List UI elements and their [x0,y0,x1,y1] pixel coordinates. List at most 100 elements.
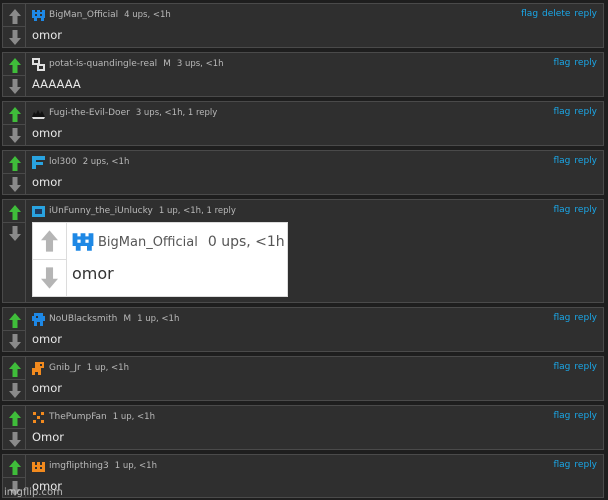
comment-actions: flag reply [550,205,598,215]
vote-column [3,357,26,400]
flag-link[interactable]: flag [554,460,571,470]
embedded-up-arrow-icon [41,229,58,253]
comment-actions: flag delete reply [517,9,597,19]
comment-username[interactable]: iUnFunny_the_iUnlucky [49,206,153,216]
down-arrow-icon [8,176,21,192]
orange-pixel-creature-icon[interactable] [31,361,46,376]
vote-column [3,200,26,302]
comment-text: omor [32,381,63,395]
blue-pixel-figure-icon[interactable] [31,312,46,327]
downvote-button[interactable] [6,331,23,351]
comment-actions: flag reply [550,313,598,323]
comment-username[interactable]: imgflipthing3 [49,461,109,471]
reply-link[interactable]: reply [574,460,597,470]
comment-username[interactable]: potat-is-quandingle-real [49,59,157,69]
downvote-button[interactable] [6,125,23,145]
flag-link[interactable]: flag [521,9,538,19]
comment: Gnib_Jr 1 up, <1h flag reply omor [2,356,604,401]
flag-link[interactable]: flag [554,362,571,372]
mod-badge: M [163,59,171,69]
downvote-button[interactable] [6,27,23,47]
flag-link[interactable]: flag [554,205,571,215]
delete-link[interactable]: delete [542,9,570,19]
white-pixel-glyph-icon[interactable] [31,57,46,72]
up-arrow-icon [8,410,21,426]
reply-link[interactable]: reply [574,411,597,421]
flag-link[interactable]: flag [554,156,571,166]
blue-square-icon[interactable] [31,204,46,219]
comment-username[interactable]: lol300 [49,157,77,167]
comment-username[interactable]: ThePumpFan [49,412,107,422]
comment: imgflipthing3 1 up, <1h flag reply omor [2,454,604,498]
blue-letter-f-icon[interactable] [31,155,46,170]
vote-column [3,308,26,351]
flag-link[interactable]: flag [554,411,571,421]
comment-text: omor [32,175,63,189]
reply-link[interactable]: reply [574,313,597,323]
comment-meta: 2 ups, <1h [82,157,130,167]
reply-link[interactable]: reply [574,205,597,215]
reply-link[interactable]: reply [574,9,597,19]
down-arrow-icon [8,127,21,143]
upvote-button[interactable] [6,104,23,124]
down-arrow-icon [8,431,21,447]
comment-username[interactable]: BigMan_Official [49,10,118,20]
comment: NoUBlacksmith M 1 up, <1h flag reply omor [2,307,604,352]
reply-link[interactable]: reply [574,107,597,117]
upvote-button[interactable] [6,6,23,26]
up-arrow-icon [8,106,21,122]
flag-link[interactable]: flag [554,58,571,68]
up-arrow-icon [8,361,21,377]
comment-actions: flag reply [550,58,598,68]
comment-actions: flag reply [550,460,598,470]
upvote-button[interactable] [6,359,23,379]
comment-text: omor [32,332,63,346]
vote-column [3,406,26,449]
reply-link[interactable]: reply [574,156,597,166]
upvote-button[interactable] [6,153,23,173]
flag-link[interactable]: flag [554,107,571,117]
upvote-button[interactable] [6,310,23,330]
comment: Fugi-the-Evil-Doer 3 ups, <1h, 1 reply f… [2,101,604,146]
comment-text: Omor [32,430,65,444]
comment-username[interactable]: NoUBlacksmith [49,314,117,324]
downvote-button[interactable] [6,223,23,243]
down-arrow-icon [8,333,21,349]
vote-column [3,151,26,194]
down-arrow-icon [8,78,21,94]
embedded-meta: 0 ups, <1h [207,234,285,250]
upvote-button[interactable] [6,55,23,75]
downvote-button[interactable] [6,380,23,400]
downvote-button[interactable] [6,76,23,96]
comment-text: AAAAAA [32,77,81,91]
comment-text: omor [32,126,63,140]
black-spiky-blob-icon[interactable] [31,106,46,121]
embedded-comment-image[interactable]: BigMan_Official 0 ups, <1h omor [32,222,288,297]
upvote-button[interactable] [6,202,23,222]
blue-pixel-creature-icon[interactable] [31,8,46,23]
comment-username[interactable]: Gnib_Jr [49,363,81,373]
orange-x-pattern-icon[interactable] [31,410,46,425]
reply-link[interactable]: reply [574,362,597,372]
comment-actions: flag reply [550,107,598,117]
embedded-username: BigMan_Official [98,234,198,250]
comment-meta: 1 up, <1h [137,314,180,324]
comment: potat-is-quandingle-real M 3 ups, <1h fl… [2,52,604,97]
upvote-button[interactable] [6,457,23,477]
flag-link[interactable]: flag [554,313,571,323]
up-arrow-icon [8,8,21,24]
comment-meta: 1 up, <1h, 1 reply [158,206,236,216]
embedded-text: omor [72,264,114,283]
upvote-button[interactable] [6,408,23,428]
comment-meta: 3 ups, <1h [176,59,224,69]
downvote-button[interactable] [6,429,23,449]
downvote-button[interactable] [6,174,23,194]
embedded-down-arrow-icon [41,266,58,290]
down-arrow-icon [8,382,21,398]
comment-username[interactable]: Fugi-the-Evil-Doer [49,108,130,118]
comment: BigMan_Official 4 ups, <1h flag delete rep… [2,3,604,48]
comment-meta: 3 ups, <1h, 1 reply [135,108,218,118]
up-arrow-icon [8,204,21,220]
reply-link[interactable]: reply [574,58,597,68]
orange-crown-icon[interactable] [31,459,46,474]
